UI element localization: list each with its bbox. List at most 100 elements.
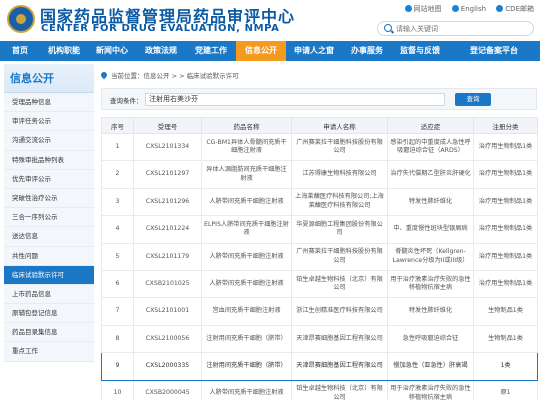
table-cell: 天津昂赛细胞基因工程有限公司 — [291, 324, 388, 354]
sidebar-item[interactable]: 沟通交流公示 — [4, 131, 94, 151]
table-cell[interactable]: 人脐带间充质干细胞注射液 — [201, 269, 292, 299]
table-row[interactable]: 4 CXSL2101224 ELPIS人脐带间充质干细胞注射液 华夏源细胞工程集团股份… — [101, 215, 538, 244]
search-icon[interactable] — [384, 24, 392, 32]
table-cell: 9 — [101, 352, 134, 381]
sidebar-item[interactable]: 药品目录集信息 — [4, 323, 94, 343]
table-cell: CXSL2101297 — [133, 160, 202, 189]
table-cell: 天津昂赛细胞基因工程有限公司 — [291, 352, 388, 381]
table-row[interactable]: 6 CXSB2101025 人脐带间充质干细胞注射液 铂生卓越生物科技（北京）有限公司… — [101, 269, 538, 299]
table-cell: 3 — [101, 187, 134, 217]
nav-item[interactable]: 新闻中心 — [88, 41, 136, 61]
table-cell[interactable]: 注射用间充质干细胞（脐带） — [201, 324, 292, 354]
sidebar-item[interactable]: 审评任务公示 — [4, 112, 94, 132]
nav-item[interactable]: 党建工作 — [186, 41, 236, 61]
table-cell: CXSL2101224 — [133, 215, 202, 244]
main-nav: 首页 机构职能 新闻中心 政策法规 党建工作 信息公开 申请人之窗 办事服务 监督与反馈 登记备案… — [0, 41, 540, 61]
sidebar-item[interactable]: 原辅包登记信息 — [4, 304, 94, 324]
nav-item[interactable]: 监督与反馈 — [392, 41, 448, 61]
table-cell[interactable]: 人脐带间充质干细胞注射液 — [201, 187, 292, 217]
sidebar-item[interactable]: 三合一序列公示 — [4, 208, 94, 228]
table-cell[interactable]: 人脐带间充质干细胞注射液 — [201, 242, 292, 271]
breadcrumb: 当前位置：信息公开 > > 临床试验默示许可 — [99, 70, 239, 80]
table-cell[interactable]: CG-BM1异体人骨髓间充质干细胞注射液 — [201, 132, 292, 162]
sidebar-item[interactable]: 优先审评公示 — [4, 169, 94, 189]
table-cell[interactable]: 注射用间充质干细胞（脐带） — [201, 352, 292, 381]
table-cell: CXSL2000335 — [133, 352, 202, 381]
table-cell: 治疗用生物制品1类 — [473, 215, 538, 244]
query-bar: 查询条件： 注射用右美沙芬 查询 — [101, 88, 537, 110]
query-input[interactable]: 注射用右美沙芬 — [145, 93, 445, 106]
column-header: 申请人名称 — [291, 117, 388, 134]
table-cell: 特发性肺纤维化 — [387, 187, 474, 217]
table-cell: 治疗失代偿期乙型肝炎肝硬化 — [387, 160, 474, 189]
table-cell: 铂生卓越生物科技（北京）有限公司 — [291, 269, 388, 299]
main-content: 当前位置：信息公开 > > 临床试验默示许可 查询条件： 注射用右美沙芬 查询 … — [99, 64, 538, 400]
table-cell[interactable]: ELPIS人脐带间充质干细胞注射液 — [201, 215, 292, 244]
table-cell: 4 — [101, 215, 134, 244]
table-cell: 中、重度慢性斑块型银屑病 — [387, 215, 474, 244]
query-button[interactable]: 查询 — [455, 93, 491, 106]
table-cell: 5 — [101, 242, 134, 271]
nav-item[interactable]: 登记备案平台 — [448, 41, 540, 61]
table-cell: 慢加急性（亚急性）肝衰竭 — [387, 352, 474, 381]
table-row[interactable]: 1 CXSL2101334 CG-BM1异体人骨髓间充质干细胞注射液 广州赛莱拉干细胞… — [101, 132, 538, 162]
table-cell: CXSL2101334 — [133, 132, 202, 162]
site-header: 国家药品监督管理局药品审评中心 CENTER FOR DRUG EVALUATI… — [0, 0, 540, 40]
sidebar-item[interactable]: 重点工作 — [4, 342, 94, 362]
table-cell[interactable]: 异体人源脂肪间充质干细胞注射液 — [201, 160, 292, 189]
site-search-box — [377, 21, 534, 36]
table-cell: 急性呼吸窘迫综合征 — [387, 324, 474, 354]
table-cell: CXSB2101025 — [133, 269, 202, 299]
table-cell: CXSL2101296 — [133, 187, 202, 217]
table-cell: 生物制品1类 — [473, 297, 538, 326]
nav-item[interactable]: 办事服务 — [342, 41, 392, 61]
nav-item[interactable]: 首页 — [0, 41, 40, 61]
cde-mail-link[interactable]: CDE邮箱 — [496, 5, 534, 13]
table-cell: 生物制品1类 — [473, 324, 538, 354]
english-link[interactable]: English — [451, 5, 486, 13]
table-cell: CXSB2000045 — [133, 379, 202, 400]
sidebar: 信息公开 受理品种信息 审评任务公示 沟通交流公示 特殊审批品种列表 优先审评公示 突破性… — [4, 64, 94, 400]
results-table: 序号 受理号 药品名称 申请人名称 适应症 注册分类 1 CXSL2101334 CG-BM1… — [101, 117, 538, 400]
sidebar-item[interactable]: 特殊审批品种列表 — [4, 150, 94, 170]
top-links: 网站地图 English CDE邮箱 — [397, 4, 534, 14]
sidebar-item[interactable]: 突破性治疗公示 — [4, 188, 94, 209]
nav-item[interactable]: 信息公开 — [236, 41, 286, 61]
site-search-input[interactable] — [396, 23, 528, 34]
table-cell: 2 — [101, 160, 134, 189]
table-cell[interactable]: 宫血间充质干细胞注射液 — [201, 297, 292, 326]
table-cell: 1 — [101, 132, 134, 162]
table-cell: 江苏得康生物科技有限公司 — [291, 160, 388, 189]
breadcrumb-text: 当前位置：信息公开 > > 临床试验默示许可 — [111, 72, 239, 80]
table-row[interactable]: 8 CXSL2100056 注射用间充质干细胞（脐带） 天津昂赛细胞基因工程有限公司急… — [101, 324, 538, 354]
table-cell: 广州赛莱拉干细胞科技股份有限公司 — [291, 242, 388, 271]
cde-logo-icon[interactable] — [7, 5, 35, 33]
table-cell: 治疗用生物制品1类 — [473, 187, 538, 217]
table-row[interactable]: 9 CXSL2000335 注射用间充质干细胞（脐带） 天津昂赛细胞基因工程有限公司慢… — [101, 352, 538, 381]
table-cell: CXSL2101001 — [133, 297, 202, 326]
table-row[interactable]: 2 CXSL2101297 异体人源脂肪间充质干细胞注射液 江苏得康生物科技有限公司治… — [101, 160, 538, 189]
sidebar-item[interactable]: 上市药品信息 — [4, 284, 94, 305]
sidebar-item[interactable]: 送达信息 — [4, 227, 94, 247]
table-row[interactable]: 3 CXSL2101296 人脐带间充质干细胞注射液 上海莱馥医疗科技有限公司;上海莱… — [101, 187, 538, 217]
column-header: 适应症 — [387, 117, 474, 134]
nav-item[interactable]: 机构职能 — [40, 41, 88, 61]
sidebar-item[interactable]: 受理品种信息 — [4, 93, 94, 113]
table-row[interactable]: 10 CXSB2000045 人脐带间充质干细胞注射液 铂生卓越生物科技（北京）有限公… — [101, 379, 538, 400]
table-cell: 浙江生创精准医疗科技有限公司 — [291, 297, 388, 326]
table-cell: 用于治疗激素治疗失败的急性移植物抗宿主病 — [387, 379, 474, 400]
table-cell: 8 — [101, 324, 134, 354]
table-cell: 华夏源细胞工程集团股份有限公司 — [291, 215, 388, 244]
table-row[interactable]: 5 CXSL2101179 人脐带间充质干细胞注射液 广州赛莱拉干细胞科技股份有限公司… — [101, 242, 538, 271]
table-row[interactable]: 7 CXSL2101001 宫血间充质干细胞注射液 浙江生创精准医疗科技有限公司 特发性… — [101, 297, 538, 326]
sidebar-item[interactable]: 共性问题 — [4, 246, 94, 266]
nav-item[interactable]: 政策法规 — [136, 41, 186, 61]
sidebar-item[interactable]: 临床试验默示许可 — [4, 265, 94, 285]
table-cell: 原1 — [473, 379, 538, 400]
nav-item[interactable]: 申请人之窗 — [286, 41, 342, 61]
column-header: 注册分类 — [473, 117, 538, 134]
column-header: 序号 — [101, 117, 134, 134]
table-cell[interactable]: 人脐带间充质干细胞注射液 — [201, 379, 292, 400]
table-cell: 7 — [101, 297, 134, 326]
sitemap-link[interactable]: 网站地图 — [404, 5, 442, 13]
